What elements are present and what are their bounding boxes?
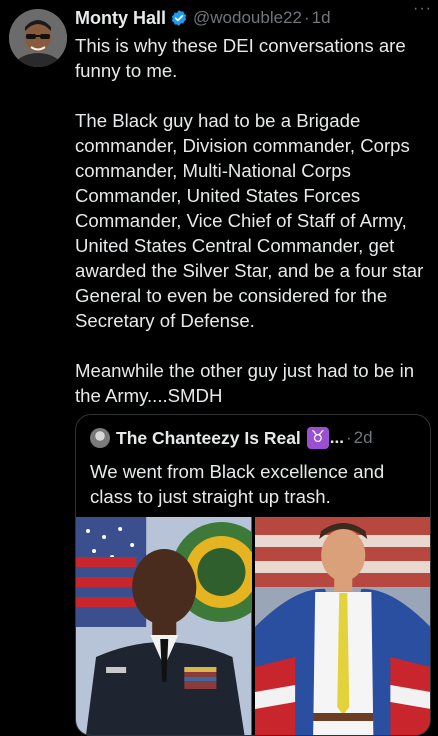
author-avatar[interactable] bbox=[9, 9, 67, 67]
quoted-meta-separator: · bbox=[345, 428, 352, 447]
quoted-author-name[interactable]: The Chanteezy Is Real bbox=[116, 428, 301, 449]
quoted-tweet-text: We went from Black excellence and class … bbox=[90, 461, 385, 507]
quoted-tweet-time[interactable]: 2d bbox=[354, 428, 373, 448]
meta-separator: · bbox=[303, 8, 310, 27]
verified-badge-icon bbox=[170, 9, 188, 27]
quoted-name-ellipsis: ... bbox=[329, 428, 344, 447]
tweet-header: Monty Hall @wodouble22 · 1d bbox=[75, 6, 430, 30]
quoted-author-avatar[interactable] bbox=[90, 428, 110, 448]
photo-man-with-flag-jacket[interactable] bbox=[254, 517, 430, 735]
taurus-emoji-icon: ♉ bbox=[306, 427, 329, 449]
tweet[interactable]: Monty Hall @wodouble22 · 1d ··· This is … bbox=[0, 0, 438, 736]
tweet-time[interactable]: 1d bbox=[312, 8, 331, 28]
photo-military-officer[interactable] bbox=[76, 517, 252, 735]
more-options-icon[interactable]: ··· bbox=[413, 0, 432, 18]
tweet-text: This is why these DEI conversations are … bbox=[75, 35, 424, 406]
author-name[interactable]: Monty Hall bbox=[75, 8, 166, 29]
quoted-tweet-header: The Chanteezy Is Real ♉ ... · 2d bbox=[90, 427, 373, 449]
quoted-media bbox=[76, 517, 430, 735]
quoted-tweet[interactable]: The Chanteezy Is Real ♉ ... · 2d We went… bbox=[75, 414, 431, 736]
author-handle[interactable]: @wodouble22 bbox=[193, 8, 302, 28]
